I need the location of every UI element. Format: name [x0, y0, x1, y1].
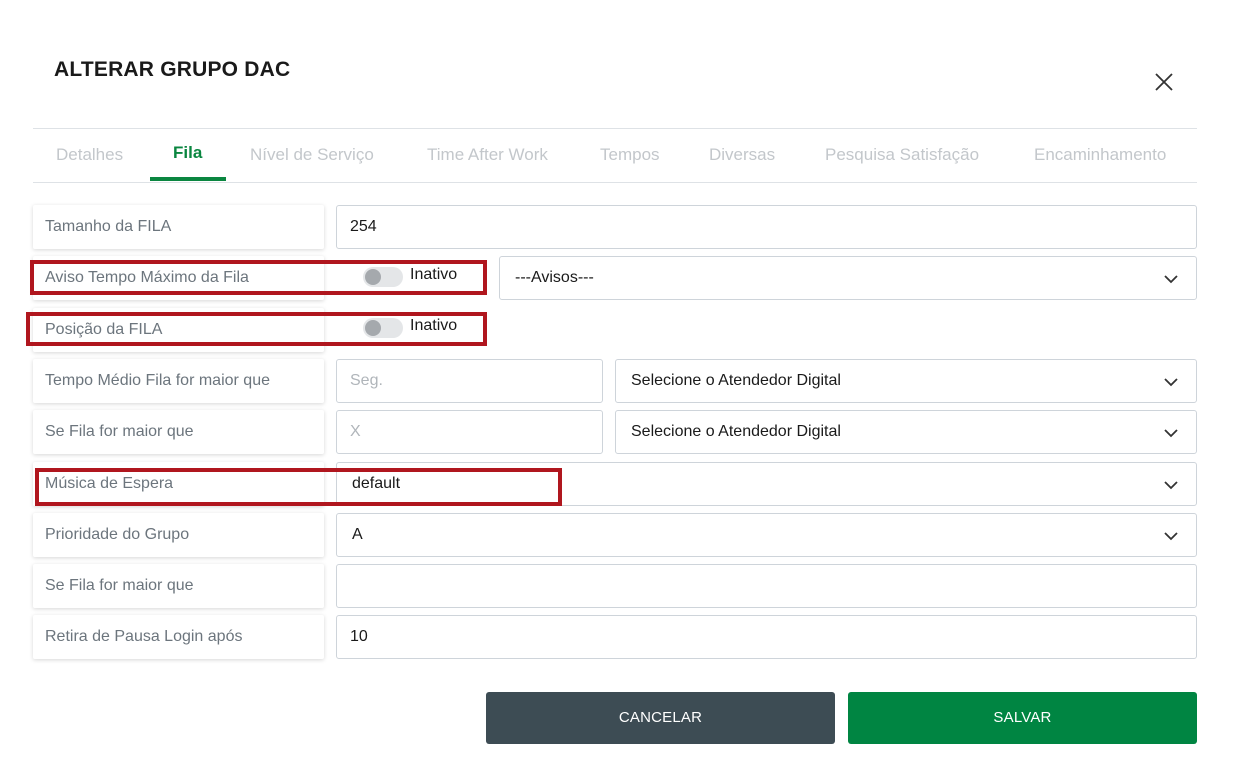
tempo-medio-atendedor-value: Selecione o Atendedor Digital — [631, 372, 841, 389]
cancel-button[interactable]: CANCELAR — [486, 692, 835, 744]
tab-time-after-work[interactable]: Time After Work — [427, 129, 548, 182]
chevron-down-icon — [1164, 378, 1178, 387]
se-fila-maior-input[interactable]: X — [336, 410, 603, 454]
aviso-tempo-label: Aviso Tempo Máximo da Fila — [33, 256, 324, 300]
musica-espera-label: Música de Espera — [33, 462, 324, 506]
tab-tempos[interactable]: Tempos — [600, 129, 660, 182]
tab-detalhes[interactable]: Detalhes — [56, 129, 123, 182]
posicao-fila-toggle-state: Inativo — [410, 317, 458, 334]
tempo-medio-label: Tempo Médio Fila for maior que — [33, 359, 324, 403]
tamanho-fila-label: Tamanho da FILA — [33, 205, 324, 249]
tamanho-fila-input[interactable]: 254 — [336, 205, 1197, 249]
retira-pausa-input[interactable]: 10 — [336, 615, 1197, 659]
dialog-title: ALTERAR GRUPO DAC — [54, 58, 291, 81]
se-fila-maior-2-input[interactable] — [336, 564, 1197, 608]
tab-pesquisa-satisfacao[interactable]: Pesquisa Satisfação — [825, 129, 979, 182]
se-fila-maior-2-label: Se Fila for maior que — [33, 564, 324, 608]
chevron-down-icon — [1164, 275, 1178, 284]
prioridade-label: Prioridade do Grupo — [33, 513, 324, 557]
tab-nivel-de-servico[interactable]: Nível de Serviço — [250, 129, 374, 182]
posicao-fila-toggle[interactable] — [363, 318, 403, 338]
save-button[interactable]: SALVAR — [848, 692, 1197, 744]
tab-encaminhamento[interactable]: Encaminhamento — [1034, 129, 1166, 182]
tab-fila[interactable]: Fila — [173, 129, 202, 182]
prioridade-value: A — [352, 526, 363, 543]
musica-espera-select[interactable]: default — [336, 462, 1197, 506]
retira-pausa-label: Retira de Pausa Login após — [33, 615, 324, 659]
aviso-tempo-toggle[interactable] — [363, 267, 403, 287]
tempo-medio-input[interactable]: Seg. — [336, 359, 603, 403]
avisos-select-value: ---Avisos--- — [515, 269, 594, 286]
prioridade-select[interactable]: A — [336, 513, 1197, 557]
close-icon[interactable] — [1150, 68, 1178, 96]
avisos-select[interactable]: ---Avisos--- — [499, 256, 1197, 300]
posicao-fila-label: Posição da FILA — [33, 308, 324, 352]
chevron-down-icon — [1164, 429, 1178, 438]
musica-espera-value: default — [352, 475, 401, 492]
se-fila-atendedor-value: Selecione o Atendedor Digital — [631, 423, 841, 440]
chevron-down-icon — [1164, 532, 1178, 541]
se-fila-maior-label: Se Fila for maior que — [33, 410, 324, 454]
tab-bar: Detalhes Fila Nível de Serviço Time Afte… — [33, 128, 1197, 183]
active-tab-indicator — [150, 177, 226, 181]
se-fila-atendedor-select[interactable]: Selecione o Atendedor Digital — [615, 410, 1197, 454]
tab-diversas[interactable]: Diversas — [709, 129, 775, 182]
tempo-medio-atendedor-select[interactable]: Selecione o Atendedor Digital — [615, 359, 1197, 403]
chevron-down-icon — [1164, 481, 1178, 490]
aviso-tempo-toggle-state: Inativo — [410, 266, 458, 283]
